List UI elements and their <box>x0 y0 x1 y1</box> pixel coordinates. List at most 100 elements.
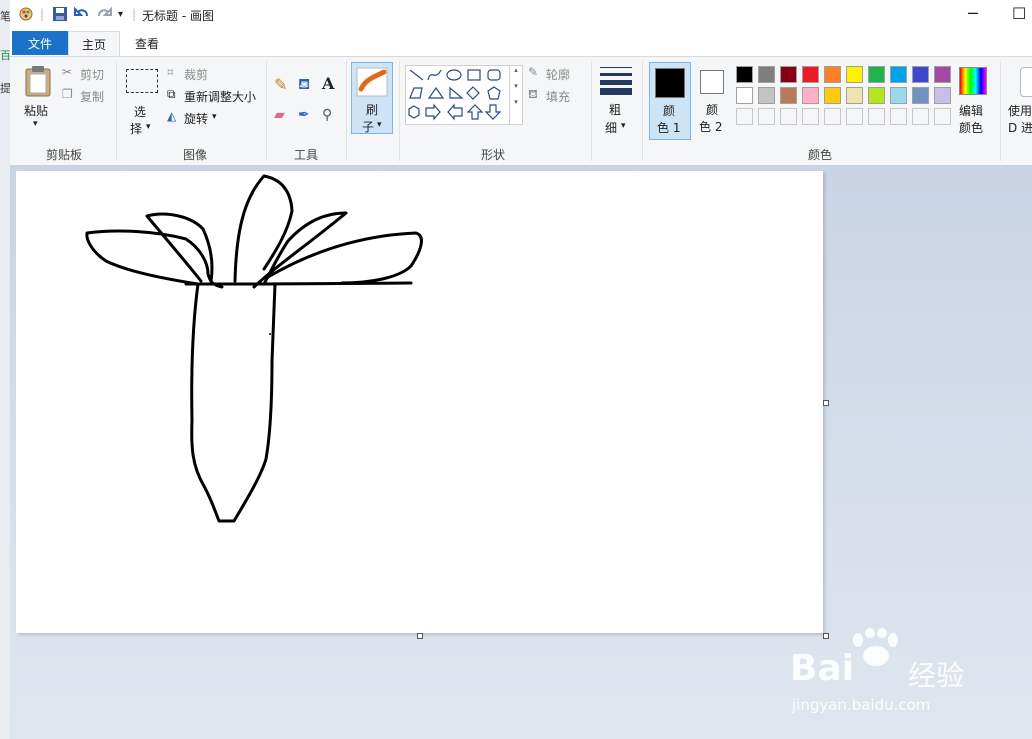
save-icon[interactable] <box>52 6 68 26</box>
tab-view[interactable]: 查看 <box>122 31 172 55</box>
resize-handle-bottom[interactable] <box>417 633 423 639</box>
group-divider <box>266 61 267 161</box>
resize-handle-right[interactable] <box>823 400 829 406</box>
chevron-down-icon: ▾ <box>621 121 626 131</box>
eraser-icon[interactable]: ▰ <box>274 107 285 123</box>
brush-icon <box>356 67 388 97</box>
ribbon: 粘贴 ▾ ✂ 剪切 ❐ 复制 剪贴板 选 择 ▾ ⌗ 裁剪 ⧉ 重新调整大小 ◭… <box>10 56 1032 166</box>
palette-swatch[interactable] <box>868 66 885 83</box>
color1-button[interactable]: 颜 色 1 <box>649 62 691 140</box>
size-label: 粗 <box>609 103 622 117</box>
window-title: 无标题 - 画图 <box>142 9 214 23</box>
group-divider <box>346 61 347 161</box>
watermark-url: jingyan.baidu.com <box>792 696 931 714</box>
palette-swatch[interactable] <box>934 87 951 104</box>
paint3d-icon <box>1020 67 1032 97</box>
pencil-icon[interactable]: ✎ <box>274 75 287 94</box>
custom-color-slot[interactable] <box>868 108 885 125</box>
brushes-label: 刷 <box>366 103 379 117</box>
palette-swatch[interactable] <box>868 87 885 104</box>
customize-toolbar-icon[interactable]: ▾ <box>118 9 123 20</box>
custom-color-slot[interactable] <box>890 108 907 125</box>
select-button[interactable]: 选 择 ▾ <box>122 63 162 137</box>
drawn-sketch <box>85 174 423 523</box>
palette-swatch[interactable] <box>802 87 819 104</box>
colors-group-label: 颜色 <box>807 148 832 162</box>
brushes-label: 子 <box>362 120 375 134</box>
drawing-canvas[interactable] <box>16 171 823 633</box>
custom-color-slot[interactable] <box>802 108 819 125</box>
color2-swatch <box>700 70 724 94</box>
shapes-gallery[interactable]: ▴ ▾ ▾ <box>405 65 523 125</box>
group-divider <box>642 61 643 161</box>
outline-button[interactable]: 轮廓 <box>546 66 570 83</box>
gallery-scroll[interactable]: ▴ ▾ ▾ <box>509 66 522 124</box>
palette-swatch[interactable] <box>802 66 819 83</box>
palette-swatch[interactable] <box>890 87 907 104</box>
cut-button[interactable]: 剪切 <box>80 66 104 83</box>
watermark-brand: Bai <box>790 648 855 689</box>
palette-swatch[interactable] <box>780 87 797 104</box>
group-divider <box>116 61 117 161</box>
palette-swatch[interactable] <box>758 87 775 104</box>
group-divider <box>399 61 400 161</box>
palette-swatch[interactable] <box>824 87 841 104</box>
palette-swatch[interactable] <box>824 66 841 83</box>
shapes-icons <box>408 69 502 121</box>
color-picker-icon[interactable]: ✒ <box>298 107 310 123</box>
magnifier-icon[interactable]: ⚲ <box>322 107 332 123</box>
ribbon-tabs: 文件 主页 查看 <box>10 30 1032 56</box>
color1-swatch <box>655 68 685 98</box>
text-tool-icon[interactable]: A <box>322 74 334 93</box>
palette-swatch[interactable] <box>846 87 863 104</box>
paint3d-label: D 进 <box>1008 121 1032 135</box>
custom-color-slot[interactable] <box>846 108 863 125</box>
minimize-button[interactable]: ─ <box>968 4 978 23</box>
palette-swatch[interactable] <box>912 87 929 104</box>
shapes-group-label: 形状 <box>480 148 505 162</box>
custom-color-slot[interactable] <box>934 108 951 125</box>
custom-color-slot[interactable] <box>736 108 753 125</box>
palette-swatch[interactable] <box>780 66 797 83</box>
resize-icon: ⧉ <box>167 87 176 101</box>
palette-swatch[interactable] <box>736 87 753 104</box>
redo-icon[interactable] <box>96 6 112 26</box>
rotate-button[interactable]: 旋转 <box>184 110 208 127</box>
chevron-down-icon: ▾ <box>212 112 217 122</box>
fill-button[interactable]: 填充 <box>546 88 570 105</box>
rotate-icon: ◭ <box>167 109 177 123</box>
divider: | <box>40 7 45 21</box>
chevron-down-icon: ▾ <box>377 120 382 130</box>
watermark-brand-cn: 经验 <box>908 659 965 692</box>
clipboard-group-label: 剪贴板 <box>45 148 82 162</box>
palette-swatch[interactable] <box>912 66 929 83</box>
size-button[interactable]: 粗 细 ▾ <box>598 63 636 135</box>
fill-bucket-icon[interactable]: ⛾ <box>298 75 310 95</box>
palette-swatch[interactable] <box>934 66 951 83</box>
crop-button[interactable]: 裁剪 <box>184 66 208 83</box>
palette-swatch[interactable] <box>758 66 775 83</box>
color2-button[interactable]: 颜 色 2 <box>694 62 732 140</box>
palette-swatch[interactable] <box>890 66 907 83</box>
custom-color-slot[interactable] <box>824 108 841 125</box>
tab-home[interactable]: 主页 <box>68 31 120 56</box>
size-label: 细 <box>605 121 618 135</box>
resize-button[interactable]: 重新调整大小 <box>184 88 256 105</box>
paste-button[interactable]: 粘贴 ▾ <box>18 63 58 135</box>
undo-icon[interactable] <box>74 6 90 26</box>
divider: | <box>132 7 137 21</box>
edit-colors-button[interactable]: 编辑 颜色 <box>956 63 990 135</box>
brushes-button[interactable]: 刷 子 ▾ <box>351 62 393 134</box>
palette-swatch[interactable] <box>846 66 863 83</box>
tools-group-label: 工具 <box>293 148 318 162</box>
fill-icon: ⛾ <box>528 87 538 101</box>
custom-color-slot[interactable] <box>758 108 775 125</box>
maximize-button[interactable]: ☐ <box>1012 4 1026 23</box>
clipboard-icon <box>25 66 51 97</box>
paint3d-button[interactable]: 使用 D 进 <box>1006 63 1032 135</box>
copy-button[interactable]: 复制 <box>80 88 104 105</box>
tab-file[interactable]: 文件 <box>12 31 68 55</box>
custom-color-slot[interactable] <box>912 108 929 125</box>
palette-swatch[interactable] <box>736 66 753 83</box>
custom-color-slot[interactable] <box>780 108 797 125</box>
